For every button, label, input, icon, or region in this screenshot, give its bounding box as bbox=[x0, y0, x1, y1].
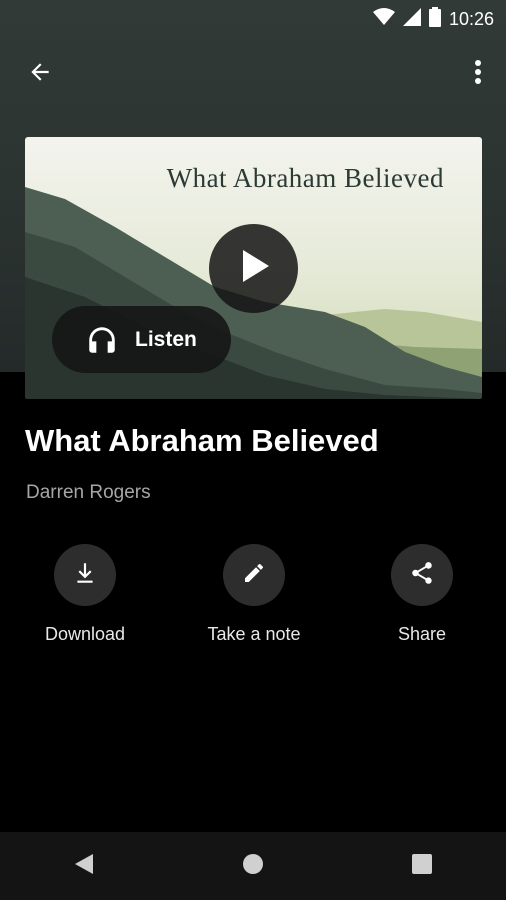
status-icons: 10:26 bbox=[372, 7, 494, 32]
listen-button[interactable]: Listen bbox=[52, 306, 231, 373]
nav-home-button[interactable] bbox=[223, 836, 283, 896]
play-button[interactable] bbox=[209, 224, 298, 313]
note-circle bbox=[223, 544, 285, 606]
take-note-label: Take a note bbox=[207, 624, 301, 644]
system-nav-bar bbox=[0, 832, 506, 900]
nav-recents-button[interactable] bbox=[392, 836, 452, 896]
artwork-title: What Abraham Believed bbox=[166, 163, 444, 193]
status-time: 10:26 bbox=[448, 9, 494, 29]
signal-icon bbox=[402, 8, 421, 31]
episode-author: Darren Rogers bbox=[26, 482, 151, 503]
app-bar bbox=[0, 46, 506, 102]
download-label: Download bbox=[44, 624, 126, 644]
status-bar: 10:26 bbox=[0, 0, 506, 36]
more-options-button[interactable] bbox=[466, 56, 490, 92]
pencil-icon bbox=[242, 561, 266, 590]
more-vert-icon bbox=[474, 59, 482, 90]
share-circle bbox=[391, 544, 453, 606]
download-icon bbox=[72, 560, 98, 591]
back-button[interactable] bbox=[20, 56, 60, 92]
nav-back-icon bbox=[73, 852, 95, 881]
nav-recents-icon bbox=[411, 853, 432, 879]
download-circle bbox=[54, 544, 116, 606]
headphones-icon bbox=[85, 323, 119, 357]
share-button[interactable]: Share bbox=[347, 544, 497, 645]
share-icon bbox=[409, 560, 435, 591]
take-note-button[interactable]: Take a note bbox=[179, 544, 329, 645]
play-icon bbox=[237, 248, 271, 289]
listen-label: Listen bbox=[135, 327, 197, 351]
back-arrow-icon bbox=[27, 59, 53, 90]
share-label: Share bbox=[397, 624, 447, 644]
wifi-icon bbox=[372, 8, 395, 31]
download-button[interactable]: Download bbox=[10, 544, 160, 645]
nav-home-icon bbox=[242, 853, 264, 880]
nav-back-button[interactable] bbox=[54, 836, 114, 896]
battery-icon bbox=[428, 7, 441, 32]
episode-title: What Abraham Believed bbox=[25, 423, 379, 458]
episode-artwork[interactable]: What Abraham Believed Listen bbox=[25, 137, 482, 399]
